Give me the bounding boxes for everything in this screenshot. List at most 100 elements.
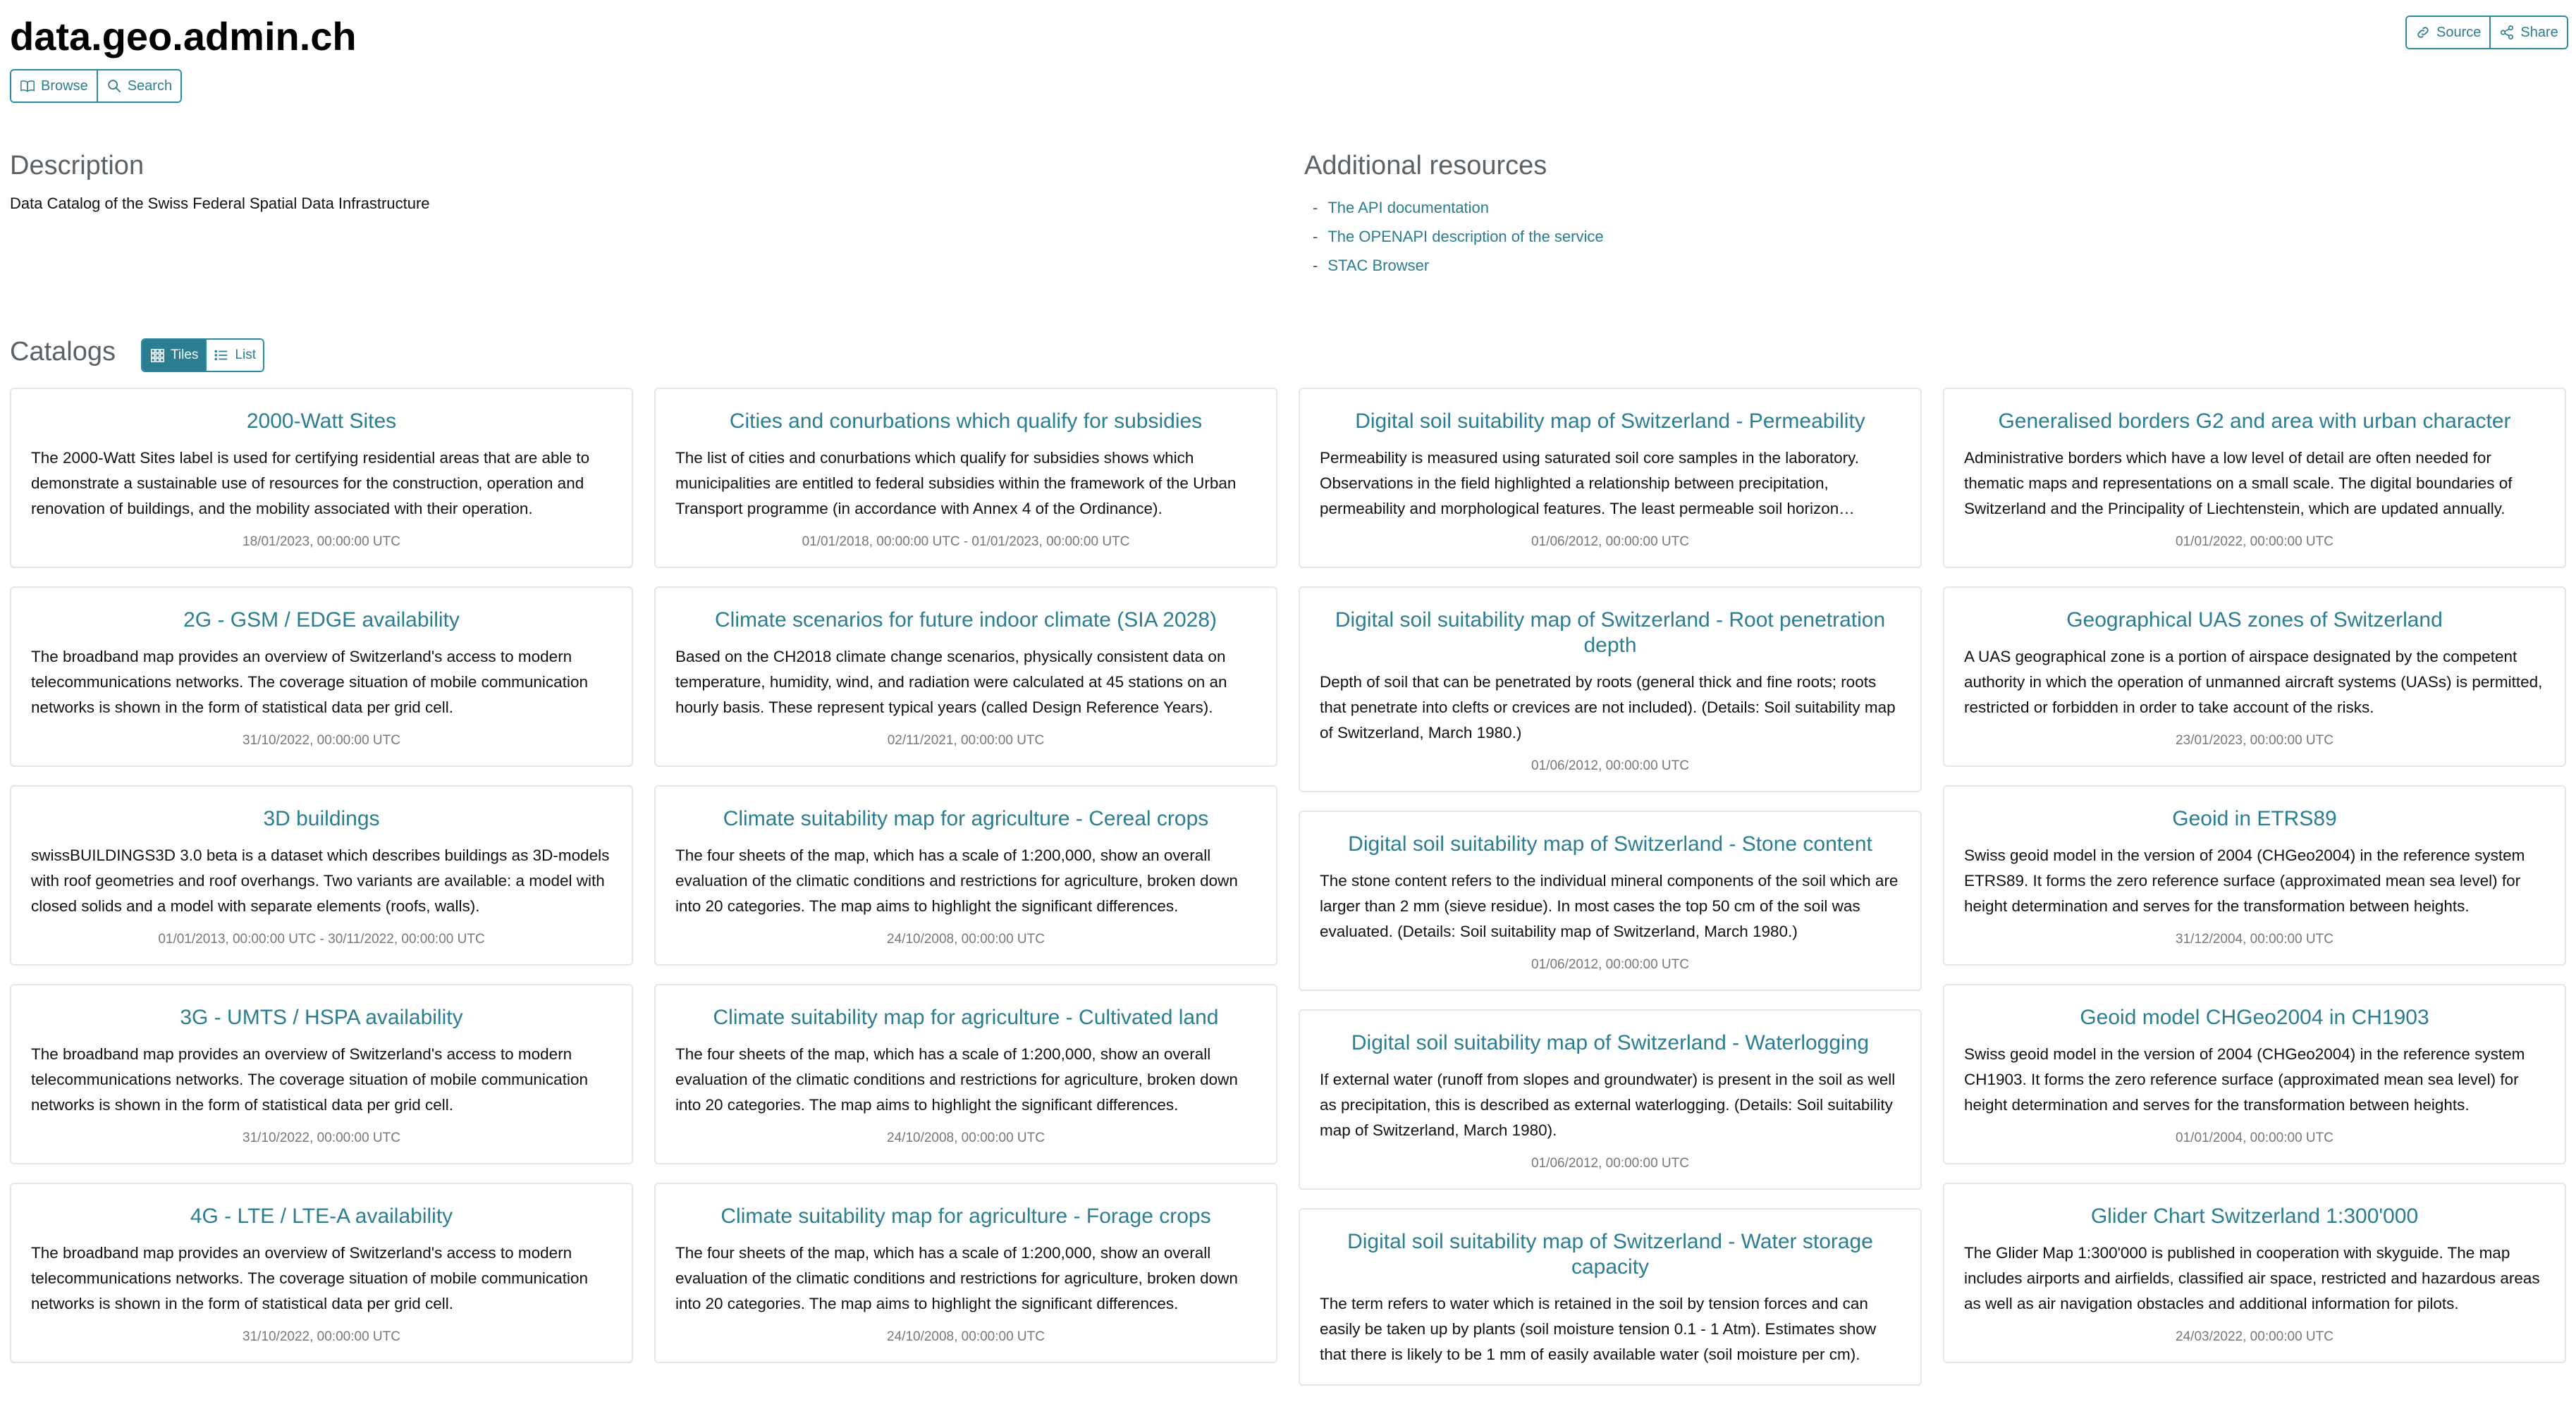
catalog-card[interactable]: 2000-Watt Sites The 2000-Watt Sites label… [10,388,633,568]
list-label: List [235,347,256,362]
catalog-description: The stone content refers to the individu… [1320,872,1899,940]
share-label: Share [2520,24,2558,40]
page: data.geo.admin.ch Browse Search Source S… [0,0,2576,1428]
catalog-card[interactable]: Digital soil suitability map of Switzerl… [1299,1208,1922,1386]
share-icon [2499,25,2515,40]
tiles-view-button[interactable]: Tiles [142,340,206,371]
resource-link-stac-browser[interactable]: STAC Browser [1327,257,1429,275]
catalog-card[interactable]: Geographical UAS zones of Switzerland A U… [1943,586,2566,767]
catalog-date: 24/10/2008, 00:00:00 UTC [887,1329,1045,1344]
catalog-description: The four sheets of the map, which has a … [675,1045,1238,1114]
catalog-card[interactable]: Geoid in ETRS89 Swiss geoid model in the … [1943,785,2566,966]
catalog-card[interactable]: 3D buildings swissBUILDINGS3D 3.0 beta is… [10,785,633,966]
catalog-description: Swiss geoid model in the version of 2004… [1964,1045,2525,1114]
source-share-group: Source Share [2405,16,2568,49]
catalog-title-link[interactable]: 4G - LTE / LTE-A availability [31,1204,612,1229]
catalog-date: 01/01/2018, 00:00:00 UTC - 01/01/2023, 0… [802,534,1130,549]
catalog-description: A UAS geographical zone is a portion of … [1964,648,2543,716]
catalog-description: Administrative borders which have a low … [1964,449,2513,517]
catalog-date: 01/06/2012, 00:00:00 UTC [1531,957,1689,972]
catalog-title-link[interactable]: Climate suitability map for agriculture … [675,1005,1256,1030]
catalog-card[interactable]: Digital soil suitability map of Switzerl… [1299,586,1922,792]
catalog-card[interactable]: Climate suitability map for agriculture … [654,785,1277,966]
catalog-card[interactable]: 3G - UMTS / HSPA availability The broadba… [10,984,633,1164]
catalog-title-link[interactable]: 2G - GSM / EDGE availability [31,608,612,633]
catalog-title-link[interactable]: 3D buildings [31,806,612,832]
share-button[interactable]: Share [2489,17,2567,48]
catalog-column: Cities and conurbations which qualify fo… [654,388,1277,1363]
catalog-description: The broadband map provides an overview o… [31,648,588,716]
catalogs-heading: Catalogs [10,337,116,367]
catalog-card[interactable]: Geoid model CHGeo2004 in CH1903 Swiss geo… [1943,984,2566,1164]
catalog-card[interactable]: Generalised borders G2 and area with urb… [1943,388,2566,568]
catalog-title-link[interactable]: Glider Chart Switzerland 1:300'000 [1964,1204,2545,1229]
catalog-title-link[interactable]: Geoid in ETRS89 [1964,806,2545,832]
catalog-title-link[interactable]: Geoid model CHGeo2004 in CH1903 [1964,1005,2545,1030]
list-dash: - [1313,227,1318,245]
resource-link-api-docs[interactable]: The API documentation [1327,199,1489,217]
catalog-description: The broadband map provides an overview o… [31,1244,588,1312]
search-icon [106,78,122,94]
resources-heading: Additional resources [1304,151,1547,180]
catalog-column: Generalised borders G2 and area with urb… [1943,388,2566,1363]
source-button[interactable]: Source [2407,17,2490,48]
catalog-date: 02/11/2021, 00:00:00 UTC [887,733,1045,748]
link-icon [2415,25,2431,40]
catalog-card[interactable]: Digital soil suitability map of Switzerl… [1299,388,1922,568]
catalog-card[interactable]: Digital soil suitability map of Switzerl… [1299,811,1922,991]
catalog-title-link[interactable]: Climate suitability map for agriculture … [675,1204,1256,1229]
catalog-date: 01/01/2004, 00:00:00 UTC [2176,1131,2333,1145]
book-icon [20,78,35,94]
catalog-title-link[interactable]: 3G - UMTS / HSPA availability [31,1005,612,1030]
catalog-card[interactable]: Climate suitability map for agriculture … [654,984,1277,1164]
catalog-card[interactable]: Climate suitability map for agriculture … [654,1183,1277,1363]
catalog-card[interactable]: 2G - GSM / EDGE availability The broadban… [10,586,633,767]
resource-item: - STAC Browser [1313,251,1604,280]
catalog-date: 24/03/2022, 00:00:00 UTC [2176,1329,2333,1344]
list-view-button[interactable]: List [205,340,263,371]
catalog-title-link[interactable]: Generalised borders G2 and area with urb… [1964,409,2545,434]
source-label: Source [2436,24,2482,40]
catalog-date: 23/01/2023, 00:00:00 UTC [2176,733,2333,748]
catalog-description: The four sheets of the map, which has a … [675,1244,1238,1312]
catalog-description: swissBUILDINGS3D 3.0 beta is a dataset w… [31,847,610,915]
catalog-title-link[interactable]: Digital soil suitability map of Switzerl… [1320,608,1901,658]
catalog-card[interactable]: Digital soil suitability map of Switzerl… [1299,1009,1922,1190]
catalog-date: 01/06/2012, 00:00:00 UTC [1531,758,1689,773]
resource-link-openapi[interactable]: The OPENAPI description of the service [1327,228,1603,246]
tiles-label: Tiles [171,347,199,362]
catalog-title-link[interactable]: Cities and conurbations which qualify fo… [675,409,1256,434]
catalog-description: The 2000-Watt Sites label is used for ce… [31,449,590,517]
catalog-date: 31/10/2022, 00:00:00 UTC [243,733,400,748]
description-heading: Description [10,151,145,180]
catalog-title-link[interactable]: Geographical UAS zones of Switzerland [1964,608,2545,633]
catalog-title-link[interactable]: Digital soil suitability map of Switzerl… [1320,409,1901,434]
catalog-column: Digital soil suitability map of Switzerl… [1299,388,1922,1386]
catalog-card[interactable]: 4G - LTE / LTE-A availability The broadba… [10,1183,633,1363]
catalog-description: The Glider Map 1:300'000 is published in… [1964,1244,2540,1312]
catalog-date: 01/06/2012, 00:00:00 UTC [1531,534,1689,549]
catalog-title-link[interactable]: Climate suitability map for agriculture … [675,806,1256,832]
list-dash: - [1313,256,1318,274]
catalog-title-link[interactable]: Digital soil suitability map of Switzerl… [1320,1030,1901,1056]
catalog-card[interactable]: Cities and conurbations which qualify fo… [654,388,1277,568]
site-title[interactable]: data.geo.admin.ch [10,10,357,63]
catalog-date: 18/01/2023, 00:00:00 UTC [243,534,400,549]
catalog-description: If external water (runoff from slopes an… [1320,1071,1896,1139]
list-dash: - [1313,198,1318,216]
browse-button[interactable]: Browse [11,70,97,101]
catalog-title-link[interactable]: Digital soil suitability map of Switzerl… [1320,1229,1901,1280]
search-button[interactable]: Search [96,70,181,101]
catalog-title-link[interactable]: 2000-Watt Sites [31,409,612,434]
catalog-description: Swiss geoid model in the version of 2004… [1964,847,2525,915]
catalog-card[interactable]: Climate scenarios for future indoor clim… [654,586,1277,767]
catalog-description: The four sheets of the map, which has a … [675,847,1238,915]
resource-item: - The API documentation [1313,193,1604,222]
catalog-date: 24/10/2008, 00:00:00 UTC [887,1131,1045,1145]
catalog-title-link[interactable]: Digital soil suitability map of Switzerl… [1320,832,1901,857]
catalog-card[interactable]: Glider Chart Switzerland 1:300'000 The Gl… [1943,1183,2566,1363]
catalog-description: The list of cities and conurbations whic… [675,449,1237,517]
catalog-date: 31/10/2022, 00:00:00 UTC [243,1131,400,1145]
catalog-title-link[interactable]: Climate scenarios for future indoor clim… [675,608,1256,633]
catalog-date: 31/12/2004, 00:00:00 UTC [2176,932,2333,947]
